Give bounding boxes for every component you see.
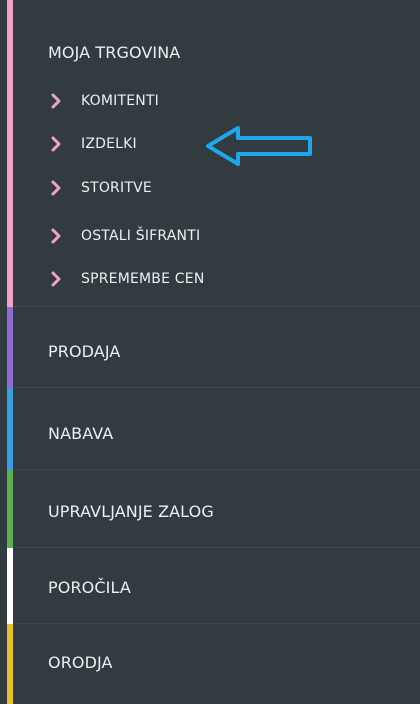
submenu-label: SPREMEMBE CEN: [81, 271, 205, 287]
divider: [13, 306, 420, 307]
accent-bar-orodja: [7, 624, 13, 704]
submenu-label: STORITVE: [81, 180, 152, 196]
chevron-right-icon: [51, 271, 61, 287]
submenu-item-izdelki[interactable]: IZDELKI: [48, 133, 137, 155]
accent-bar-nabava: [7, 388, 13, 470]
menu-section-porocila[interactable]: POROČILA: [48, 578, 131, 597]
accent-bar-upravljanje-zalog: [7, 470, 13, 548]
divider: [13, 387, 420, 388]
divider: [13, 623, 420, 624]
accent-bar-prodaja: [7, 307, 13, 388]
divider: [13, 469, 420, 470]
divider: [13, 547, 420, 548]
menu-section-prodaja[interactable]: PRODAJA: [48, 342, 120, 361]
submenu-label: KOMITENTI: [81, 93, 159, 109]
submenu-item-spremembe-cen[interactable]: SPREMEMBE CEN: [48, 268, 205, 290]
arrow-left-icon: [206, 126, 312, 166]
submenu-item-ostali-sifranti[interactable]: OSTALI ŠIFRANTI: [48, 225, 200, 247]
submenu-label: IZDELKI: [81, 136, 137, 152]
accent-bar-moja-trgovina: [7, 0, 13, 307]
submenu-item-komitenti[interactable]: KOMITENTI: [48, 90, 159, 112]
menu-section-orodja[interactable]: ORODJA: [48, 653, 113, 672]
chevron-right-icon: [51, 136, 61, 152]
menu-section-moja-trgovina[interactable]: MOJA TRGOVINA: [48, 43, 180, 62]
menu-section-upravljanje-zalog[interactable]: UPRAVLJANJE ZALOG: [48, 502, 214, 521]
menu-section-nabava[interactable]: NABAVA: [48, 424, 113, 443]
submenu-item-storitve[interactable]: STORITVE: [48, 177, 152, 199]
chevron-right-icon: [51, 93, 61, 109]
accent-bar-porocila: [7, 548, 13, 624]
chevron-right-icon: [51, 180, 61, 196]
submenu-label: OSTALI ŠIFRANTI: [81, 228, 201, 244]
chevron-right-icon: [51, 228, 61, 244]
sidebar-menu: MOJA TRGOVINA KOMITENTI IZDELKI STORITVE…: [0, 0, 420, 704]
